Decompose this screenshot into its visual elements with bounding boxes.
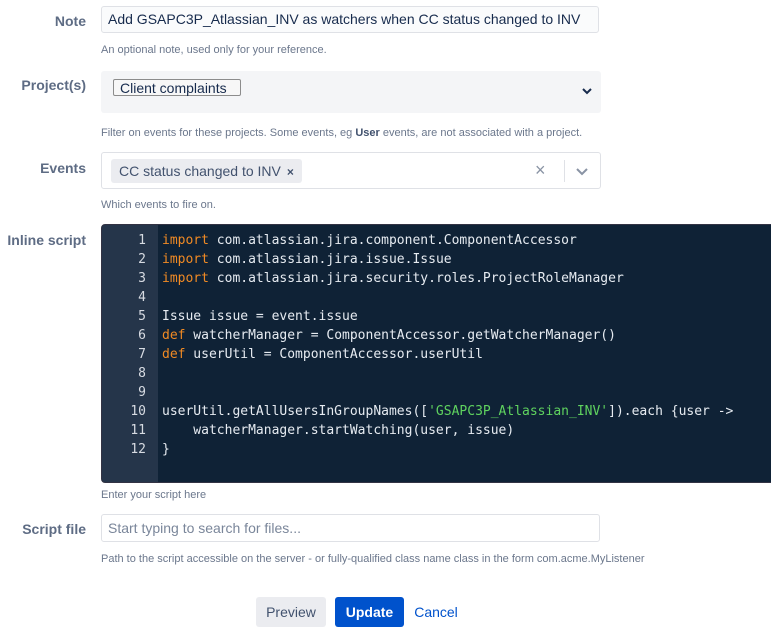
events-label: Events <box>40 160 86 176</box>
code-segment: ]).each {user -> <box>608 404 734 419</box>
line-number: 2 <box>138 252 146 267</box>
code-segment: com.atlassian.jira.security.roles.Projec… <box>208 271 624 286</box>
chip-remove-icon[interactable]: × <box>287 165 294 179</box>
line-number: 11 <box>130 423 146 438</box>
code-segment: com.atlassian.jira.issue.Issue <box>208 252 452 267</box>
script-file-help: Path to the script accessible on the ser… <box>101 553 645 565</box>
code-text: watcherManager.startWatching(user, issue… <box>162 421 514 440</box>
code-keyword: import <box>162 252 209 267</box>
code-keyword: import <box>162 271 209 286</box>
close-icon[interactable]: × <box>535 161 546 179</box>
note-help: An optional note, used only for your ref… <box>101 44 327 56</box>
code-segment: watcherManager.startWatching(user, issue… <box>162 423 515 438</box>
inline-script-label: Inline script <box>7 232 86 248</box>
chevron-down-icon[interactable] <box>575 165 589 179</box>
code-text: import com.atlassian.jira.component.Comp… <box>162 231 577 250</box>
projects-label: Project(s) <box>21 77 86 93</box>
line-number: 7 <box>138 347 146 362</box>
event-chip-label: CC status changed to INV <box>119 163 281 179</box>
code-keyword: def <box>162 347 186 362</box>
line-number: 6 <box>138 328 146 343</box>
preview-button[interactable]: Preview <box>256 597 326 627</box>
code-text: def watcherManager = ComponentAccessor.g… <box>162 326 616 345</box>
code-keyword: import <box>162 233 209 248</box>
line-number: 4 <box>138 290 146 305</box>
code-text: import com.atlassian.jira.issue.Issue <box>162 250 452 269</box>
project-tag-client-complaints[interactable]: Client complaints <box>113 79 241 96</box>
projects-select[interactable]: Client complaints <box>101 71 601 113</box>
line-number: 5 <box>138 309 146 324</box>
script-file-input[interactable]: Start typing to search for files... <box>101 514 600 542</box>
code-string: 'GSAPC3P_Atlassian_INV' <box>428 404 609 419</box>
code-segment: watcherManager = ComponentAccessor.getWa… <box>185 328 616 343</box>
code-segment: Issue issue = event.issue <box>162 309 358 324</box>
line-number: 9 <box>138 385 146 400</box>
code-segment: userUtil = ComponentAccessor.userUtil <box>185 347 483 362</box>
code-text: Issue issue = event.issue <box>162 307 358 326</box>
code-keyword: def <box>162 328 186 343</box>
note-label: Note <box>54 13 86 29</box>
events-help: Which events to fire on. <box>101 199 216 211</box>
line-number: 3 <box>138 271 146 286</box>
code-segment: userUtil.getAllUsersInGroupNames([ <box>162 404 429 419</box>
cancel-button[interactable]: Cancel <box>411 597 461 627</box>
code-text: import com.atlassian.jira.security.roles… <box>162 269 624 288</box>
chevron-down-icon[interactable] <box>581 85 593 97</box>
code-text: def userUtil = ComponentAccessor.userUti… <box>162 345 483 364</box>
divider <box>564 160 565 182</box>
projects-help: Filter on events for these projects. Som… <box>101 127 583 139</box>
line-number: 1 <box>138 233 146 248</box>
note-input[interactable]: Add GSAPC3P_Atlassian_INV as watchers wh… <box>101 6 599 33</box>
code-text: userUtil.getAllUsersInGroupNames(['GSAPC… <box>162 402 733 421</box>
code-segment: com.atlassian.jira.component.ComponentAc… <box>208 233 577 248</box>
inline-script-help: Enter your script here <box>101 489 207 501</box>
script-file-label: Script file <box>22 521 86 537</box>
line-number: 8 <box>138 366 146 381</box>
code-text: } <box>162 440 170 459</box>
line-number: 12 <box>130 442 146 457</box>
line-number: 10 <box>130 404 146 419</box>
update-button[interactable]: Update <box>335 597 404 627</box>
events-select[interactable]: CC status changed to INV × × <box>101 152 601 189</box>
code-editor[interactable]: 1 import com.atlassian.jira.component.Com… <box>101 224 771 483</box>
code-segment: } <box>162 442 170 457</box>
event-chip: CC status changed to INV × <box>111 159 302 183</box>
